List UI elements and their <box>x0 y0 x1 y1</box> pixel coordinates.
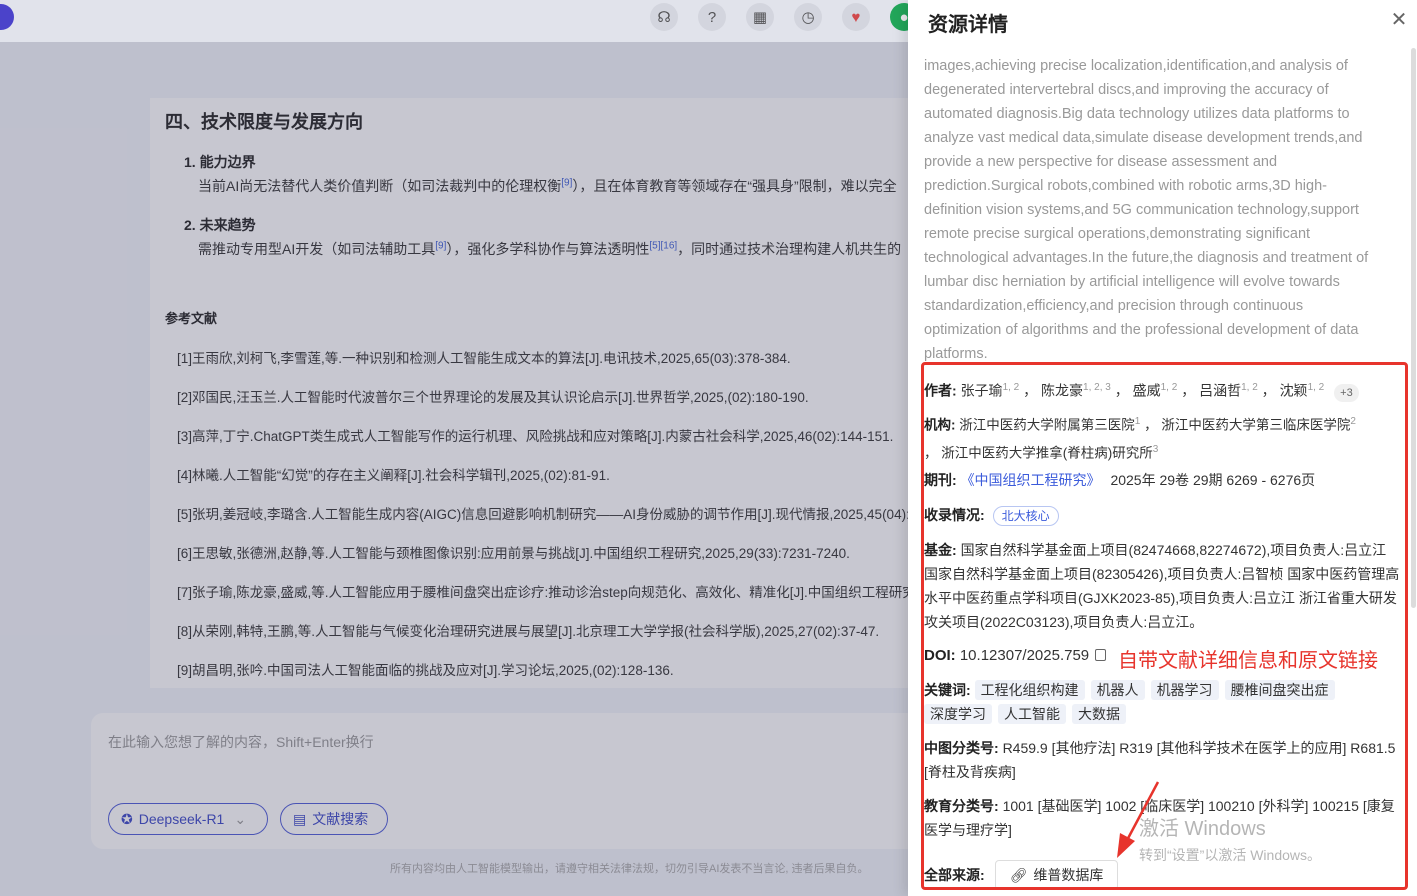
abstract-line: analyze vast medical data,simulate disea… <box>924 130 1363 146</box>
abstract-line: images,achieving precise localization,id… <box>924 58 1348 74</box>
abstract-line: automated diagnosis.Big data technology … <box>924 106 1350 122</box>
close-icon[interactable]: ✕ <box>1390 10 1408 30</box>
watermark-line2: 转到“设置”以激活 Windows。 <box>1139 847 1322 863</box>
modal-overlay-top <box>0 0 908 42</box>
abstract-text: images,achieving precise localization,id… <box>924 54 1400 366</box>
resource-detail-drawer: 资源详情 ✕ images,achieving precise localiza… <box>908 0 1417 896</box>
abstract-line: remote precise surgical operations,demon… <box>924 226 1311 242</box>
drawer-title: 资源详情 <box>928 14 1008 36</box>
abstract-line: provide a new perspective for disease as… <box>924 154 1278 170</box>
watermark-line1: 激活 Windows <box>1139 818 1266 840</box>
abstract-line: technological advantages.In the future,t… <box>924 250 1369 266</box>
abstract-line: lumbar disc herniation by artificial int… <box>924 274 1340 290</box>
windows-activation-watermark: 激活 Windows 转到“设置”以激活 Windows。 <box>1139 812 1321 865</box>
abstract-line: definition vision systems,and 5G communi… <box>924 202 1359 218</box>
abstract-line: prediction.Surgical robots,combined with… <box>924 178 1327 194</box>
chat-area: ☊ ? ▦ ◷ ♥ ● 四、技术限度与发展方向 1. 能力边界 当前AI尚无法替… <box>0 0 908 896</box>
abstract-line: optimization of algorithms and the profe… <box>924 322 1359 338</box>
modal-overlay[interactable] <box>0 42 908 896</box>
abstract-line: standardization,efficiency,and precision… <box>924 298 1304 314</box>
scrollbar[interactable] <box>1411 48 1416 608</box>
abstract-line: degenerated intervertebral discs,and imp… <box>924 82 1329 98</box>
